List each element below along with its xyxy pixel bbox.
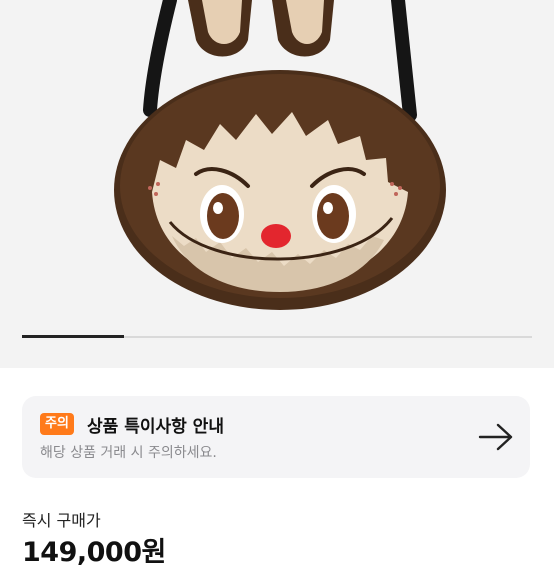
notice-subtitle: 해당 상품 거래 시 주의하세요. bbox=[40, 445, 217, 461]
notice-title: 상품 특이사항 안내 bbox=[87, 417, 224, 437]
gallery-progress-track bbox=[22, 335, 532, 338]
product-image-gallery[interactable] bbox=[0, 0, 554, 368]
caution-badge: 주의 bbox=[40, 413, 74, 435]
product-notice-card[interactable]: 주의 상품 특이사항 안내 해당 상품 거래 시 주의하세요. bbox=[22, 396, 530, 478]
product-image bbox=[114, 0, 446, 310]
arrow-right-icon[interactable] bbox=[478, 422, 514, 452]
price-label: 즉시 구매가 bbox=[22, 511, 101, 530]
price-value: 149,000원 bbox=[22, 537, 166, 568]
gallery-progress-active bbox=[22, 335, 124, 338]
